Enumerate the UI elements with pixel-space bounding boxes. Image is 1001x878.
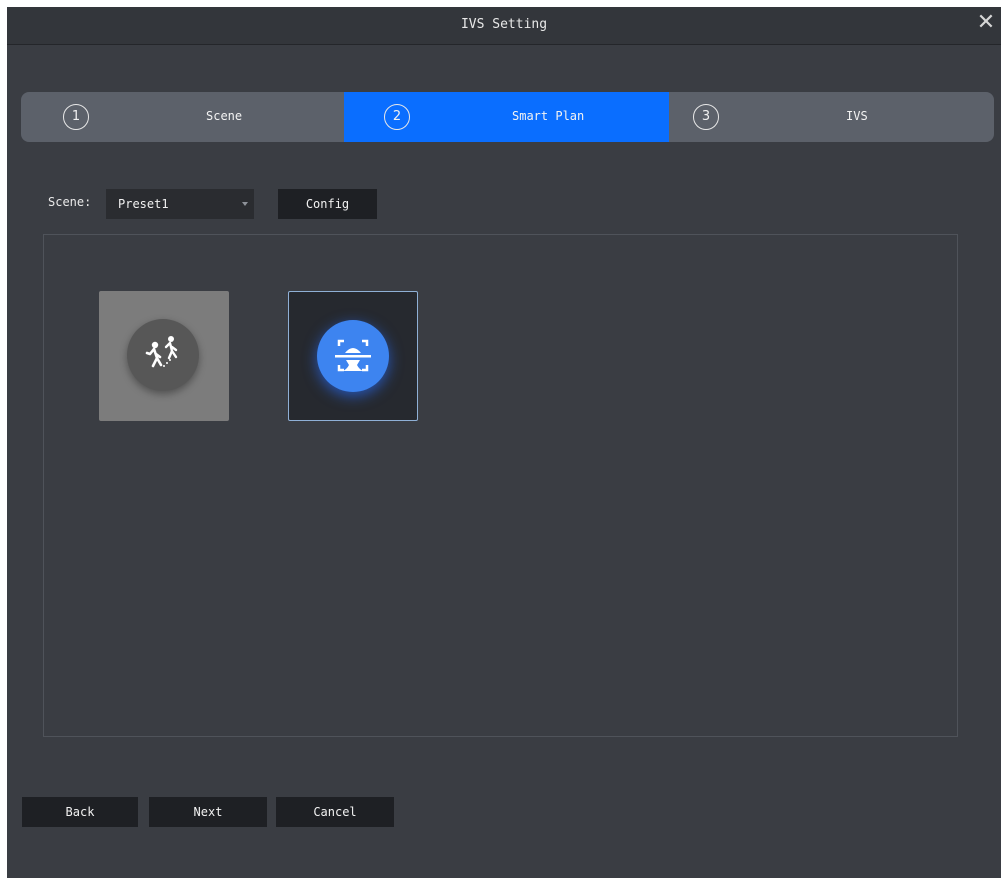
step-number-1: 1 (63, 104, 89, 130)
step-label-smart-plan: Smart Plan (512, 109, 585, 123)
title-bar: IVS Setting ✕ (7, 7, 1001, 45)
cancel-button[interactable]: Cancel (276, 797, 394, 827)
plan-tile-people-counting[interactable] (99, 291, 229, 421)
people-walking-icon (127, 319, 199, 391)
config-button[interactable]: Config (278, 189, 377, 219)
scene-dropdown-value: Preset1 (118, 197, 169, 211)
next-button[interactable]: Next (149, 797, 267, 827)
back-button[interactable]: Back (22, 797, 138, 827)
step-number-2: 2 (384, 104, 410, 130)
step-label-scene: Scene (206, 109, 243, 123)
chevron-down-icon (242, 202, 248, 206)
ivs-setting-dialog: IVS Setting ✕ 1 Scene 2 Smart Plan 3 IVS… (7, 7, 1001, 878)
step-number-3: 3 (693, 104, 719, 130)
step-label-ivs: IVS (846, 109, 868, 123)
face-detection-icon (317, 320, 389, 392)
scene-dropdown[interactable]: Preset1 (106, 189, 254, 219)
close-icon[interactable]: ✕ (975, 12, 997, 34)
scene-label: Scene: (48, 195, 92, 209)
dialog-title: IVS Setting (460, 17, 548, 32)
step-progress-bar: 1 Scene 2 Smart Plan 3 IVS (21, 92, 994, 142)
step-scene[interactable]: 1 Scene (21, 92, 344, 142)
smart-plan-area (43, 234, 958, 737)
plan-tile-face-detection[interactable] (288, 291, 418, 421)
step-ivs[interactable]: 3 IVS (669, 92, 994, 142)
step-smart-plan[interactable]: 2 Smart Plan (344, 92, 669, 142)
